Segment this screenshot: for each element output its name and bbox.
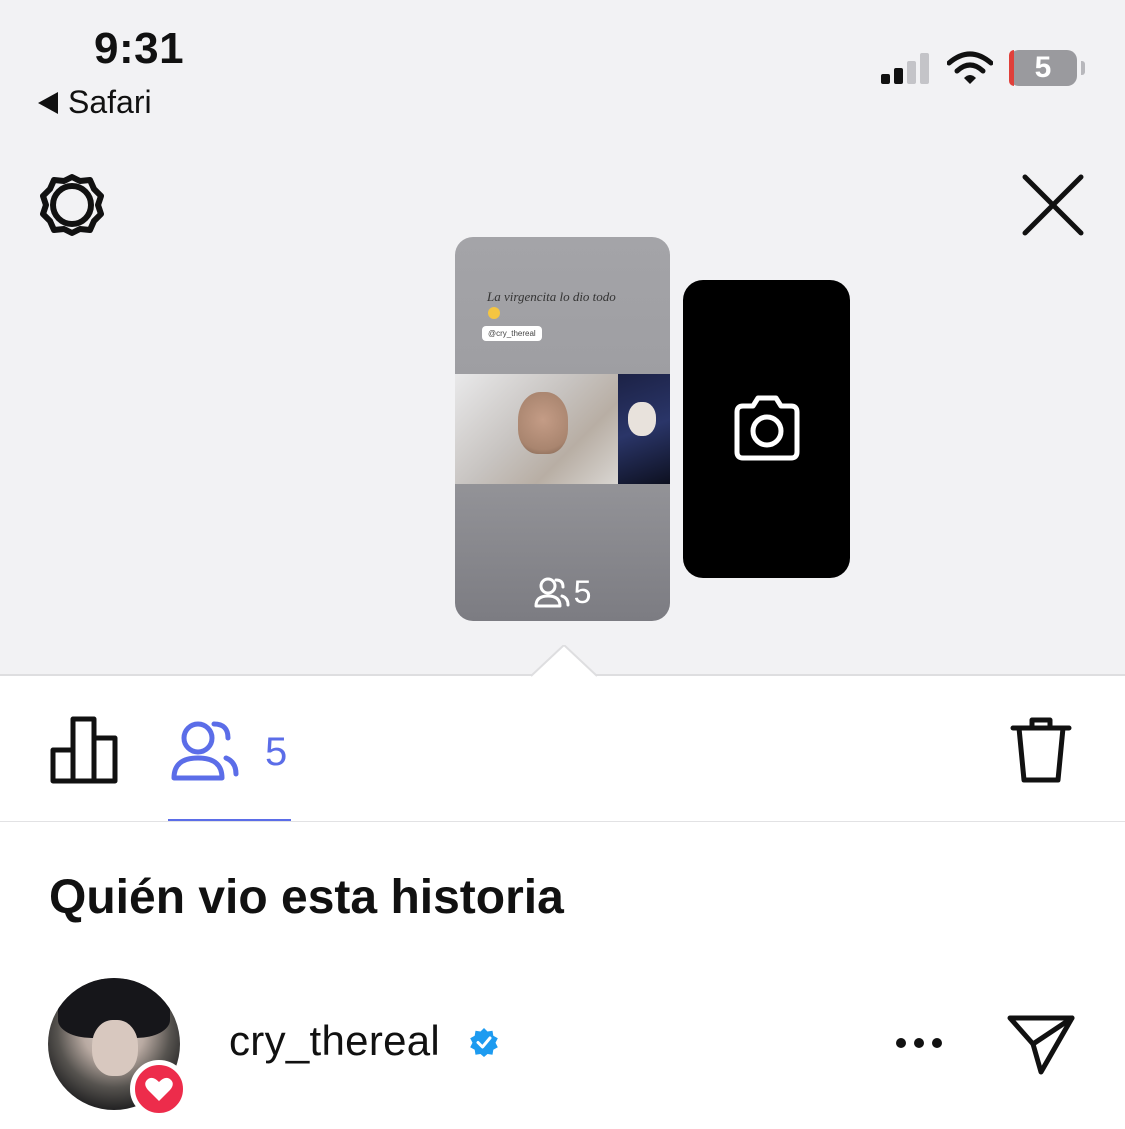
tabs-divider — [0, 821, 1125, 822]
story-viewer-count: 5 — [573, 574, 592, 610]
viewers-tab-count[interactable]: 5 — [265, 730, 287, 775]
gear-icon[interactable] — [38, 172, 106, 238]
back-arrow-icon — [38, 91, 58, 114]
heart-reaction-badge — [130, 1060, 188, 1118]
wifi-icon — [947, 51, 993, 84]
more-icon[interactable] — [896, 1038, 942, 1048]
section-title: Quién vio esta historia — [49, 871, 564, 924]
story-tabs — [0, 676, 1125, 822]
story-thumbnail[interactable]: La virgencita lo dio todo @cry_thereal 5 — [455, 237, 670, 621]
story-image — [455, 374, 670, 484]
more-dot — [932, 1038, 942, 1048]
viewers-icon — [534, 577, 570, 607]
trash-icon[interactable] — [1010, 716, 1072, 784]
back-link-label: Safari — [68, 84, 152, 120]
bar-chart-icon[interactable] — [50, 716, 118, 784]
add-story-camera-card[interactable] — [683, 280, 850, 578]
avatar-face — [92, 1020, 138, 1076]
status-icons: 5 — [881, 50, 1085, 86]
status-time: 9:31 — [94, 24, 185, 73]
battery-tip — [1081, 61, 1085, 75]
camera-icon — [734, 395, 800, 461]
story-image-face — [518, 392, 568, 454]
story-image-person — [628, 402, 656, 436]
mention-sticker: @cry_thereal — [482, 326, 542, 341]
story-image-left — [455, 374, 618, 484]
more-dot — [896, 1038, 906, 1048]
battery-indicator: 5 — [1009, 50, 1077, 86]
story-viewers-overlay: 5 — [455, 574, 670, 611]
more-dot — [914, 1038, 924, 1048]
cellular-signal-icon — [881, 53, 929, 84]
send-icon[interactable] — [1006, 1012, 1076, 1076]
battery-level: 5 — [1034, 51, 1052, 84]
heart-icon — [145, 1077, 173, 1101]
verified-badge-icon — [470, 1028, 498, 1057]
viewers-tab-icon[interactable] — [170, 718, 240, 784]
back-to-safari-link[interactable]: Safari — [38, 84, 152, 121]
close-icon[interactable] — [1022, 174, 1084, 236]
story-image-right — [618, 374, 670, 484]
story-caption: La virgencita lo dio todo — [487, 289, 616, 304]
viewer-username[interactable]: cry_thereal — [229, 1017, 440, 1065]
emoji-sticker — [488, 307, 500, 319]
